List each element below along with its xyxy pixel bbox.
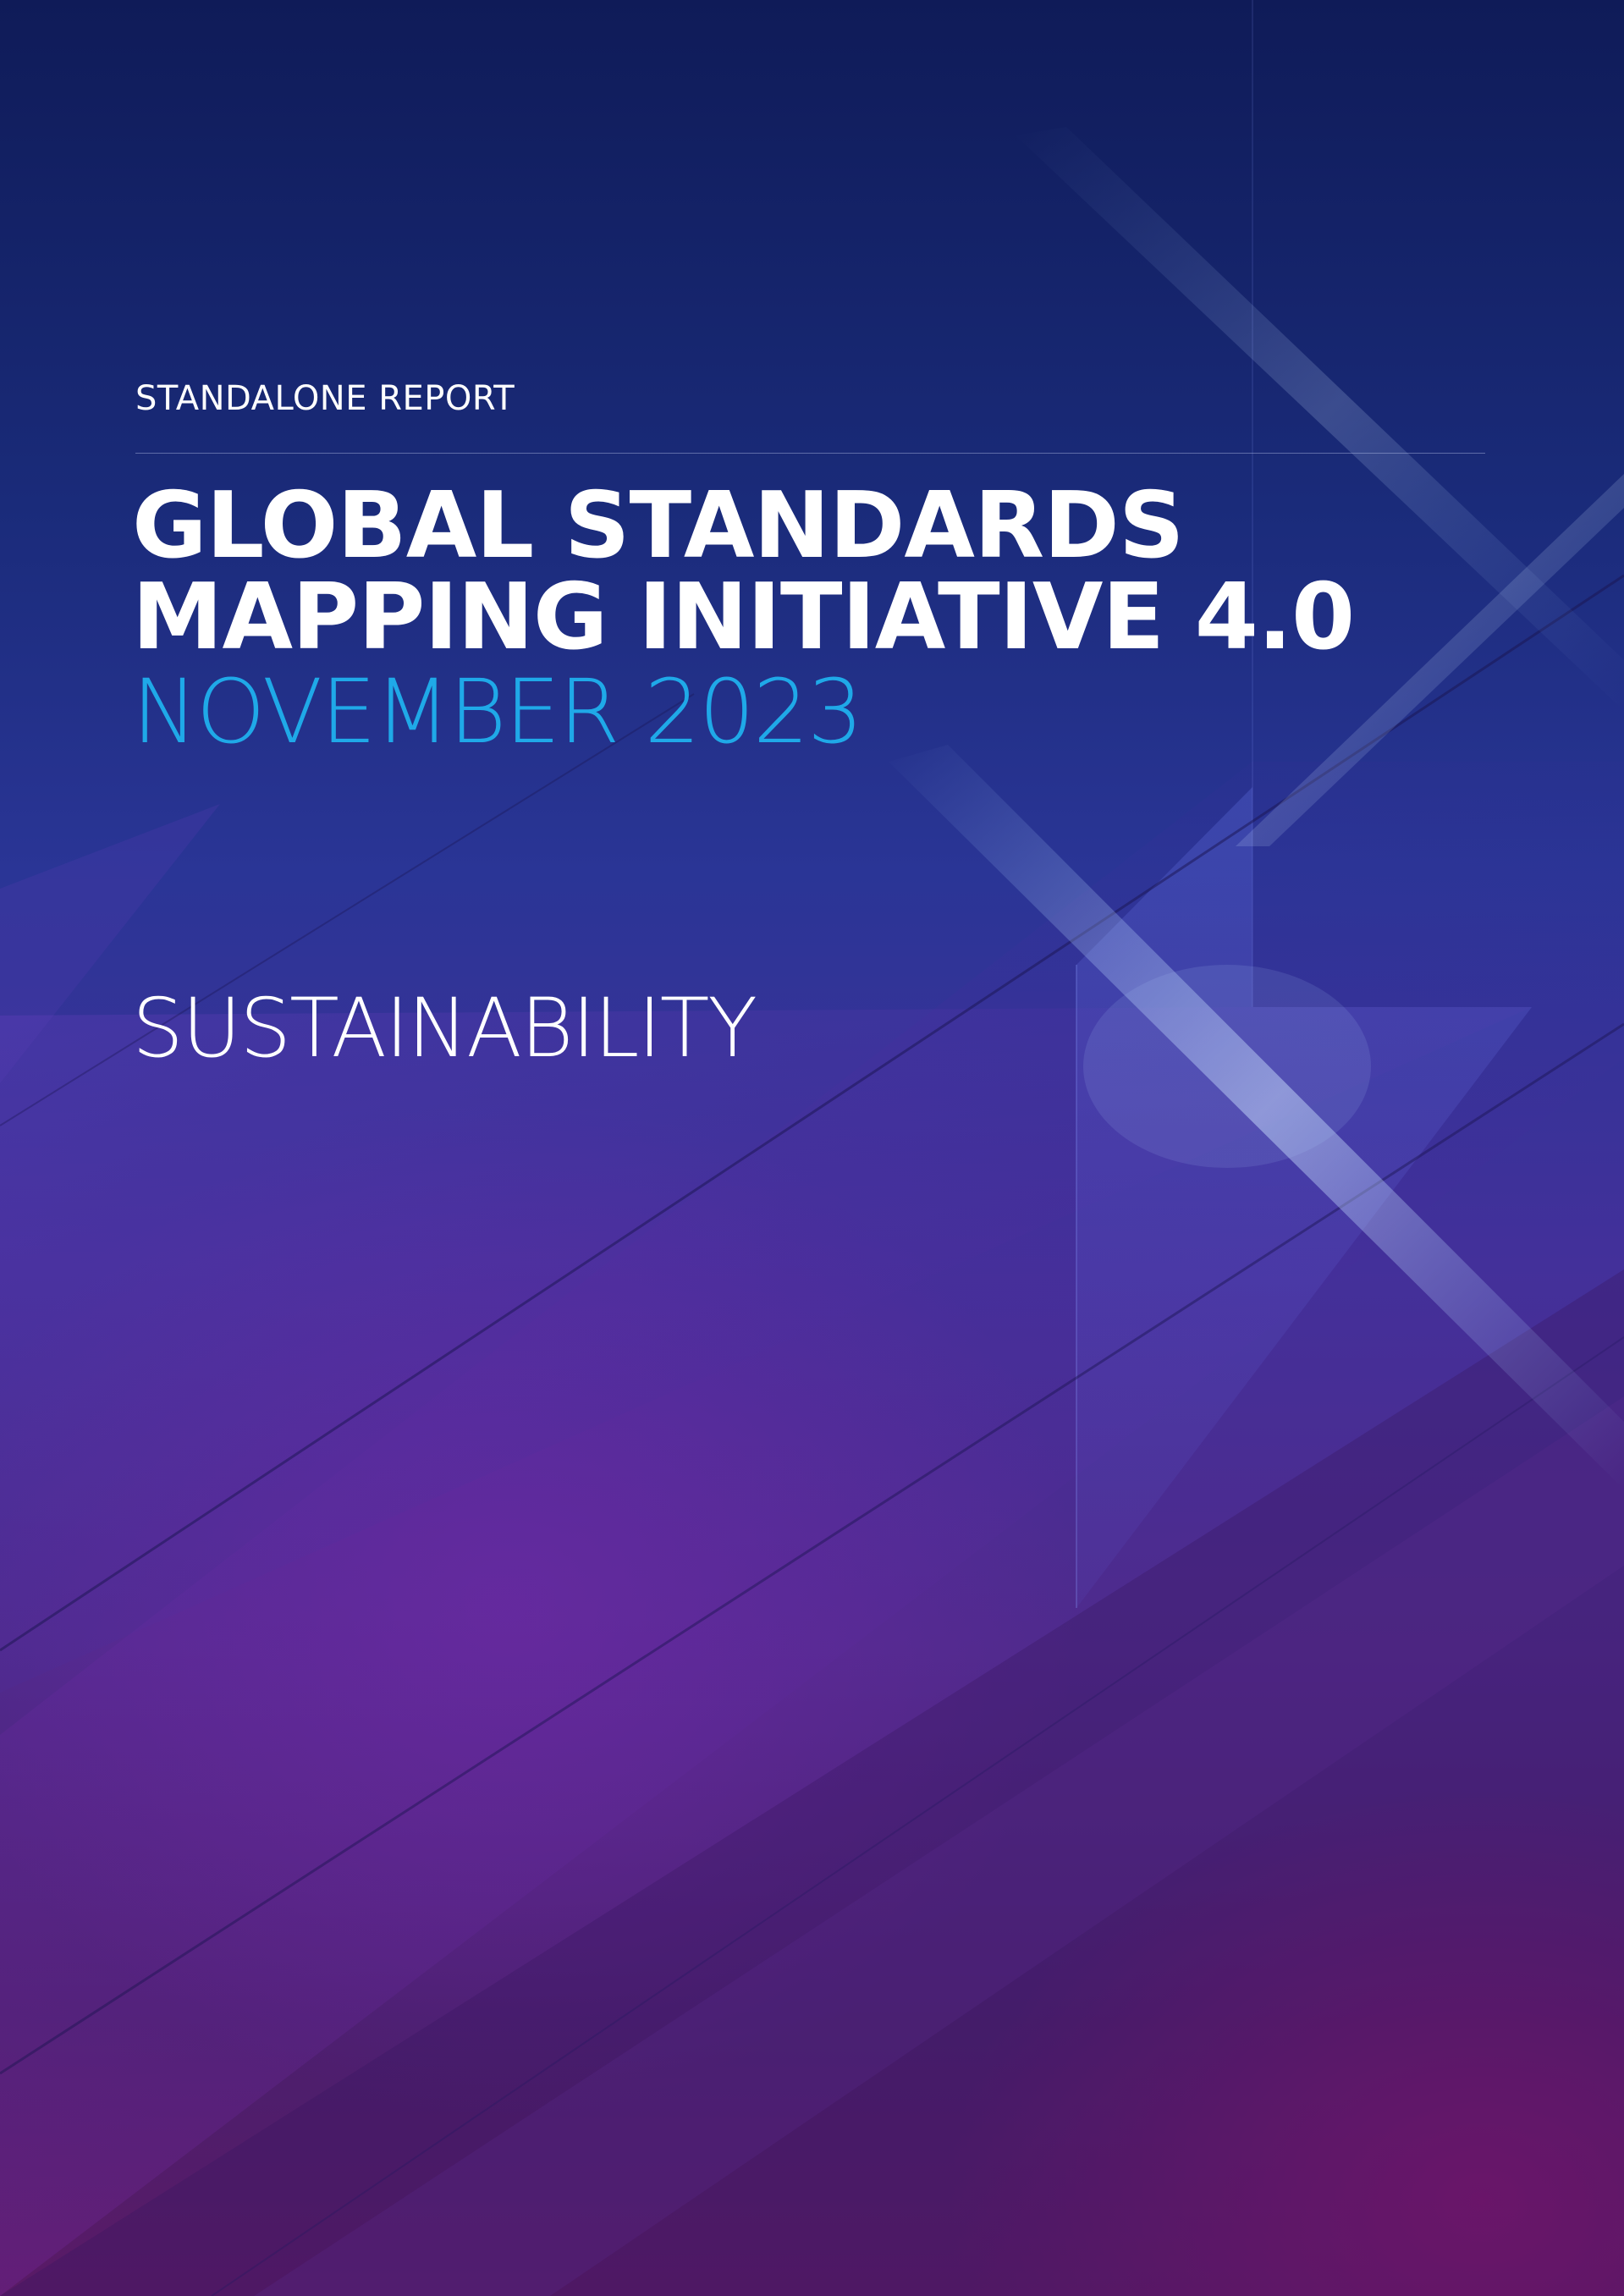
report-topic: SUSTAINABILITY bbox=[132, 981, 757, 1076]
decorative-background bbox=[0, 0, 1624, 2296]
report-date: NOVEMBER 2023 bbox=[132, 660, 863, 763]
bg-glow bbox=[1083, 965, 1371, 1168]
report-title: GLOBAL STANDARDS MAPPING INITIATIVE 4.0 bbox=[132, 481, 1528, 663]
header-divider bbox=[135, 453, 1485, 454]
report-cover: STANDALONE REPORT GLOBAL STANDARDS MAPPI… bbox=[0, 0, 1624, 2296]
report-title-line-1: GLOBAL STANDARDS bbox=[132, 473, 1185, 579]
report-type-label: STANDALONE REPORT bbox=[135, 379, 515, 418]
report-title-line-2: MAPPING INITIATIVE 4.0 bbox=[132, 564, 1355, 670]
